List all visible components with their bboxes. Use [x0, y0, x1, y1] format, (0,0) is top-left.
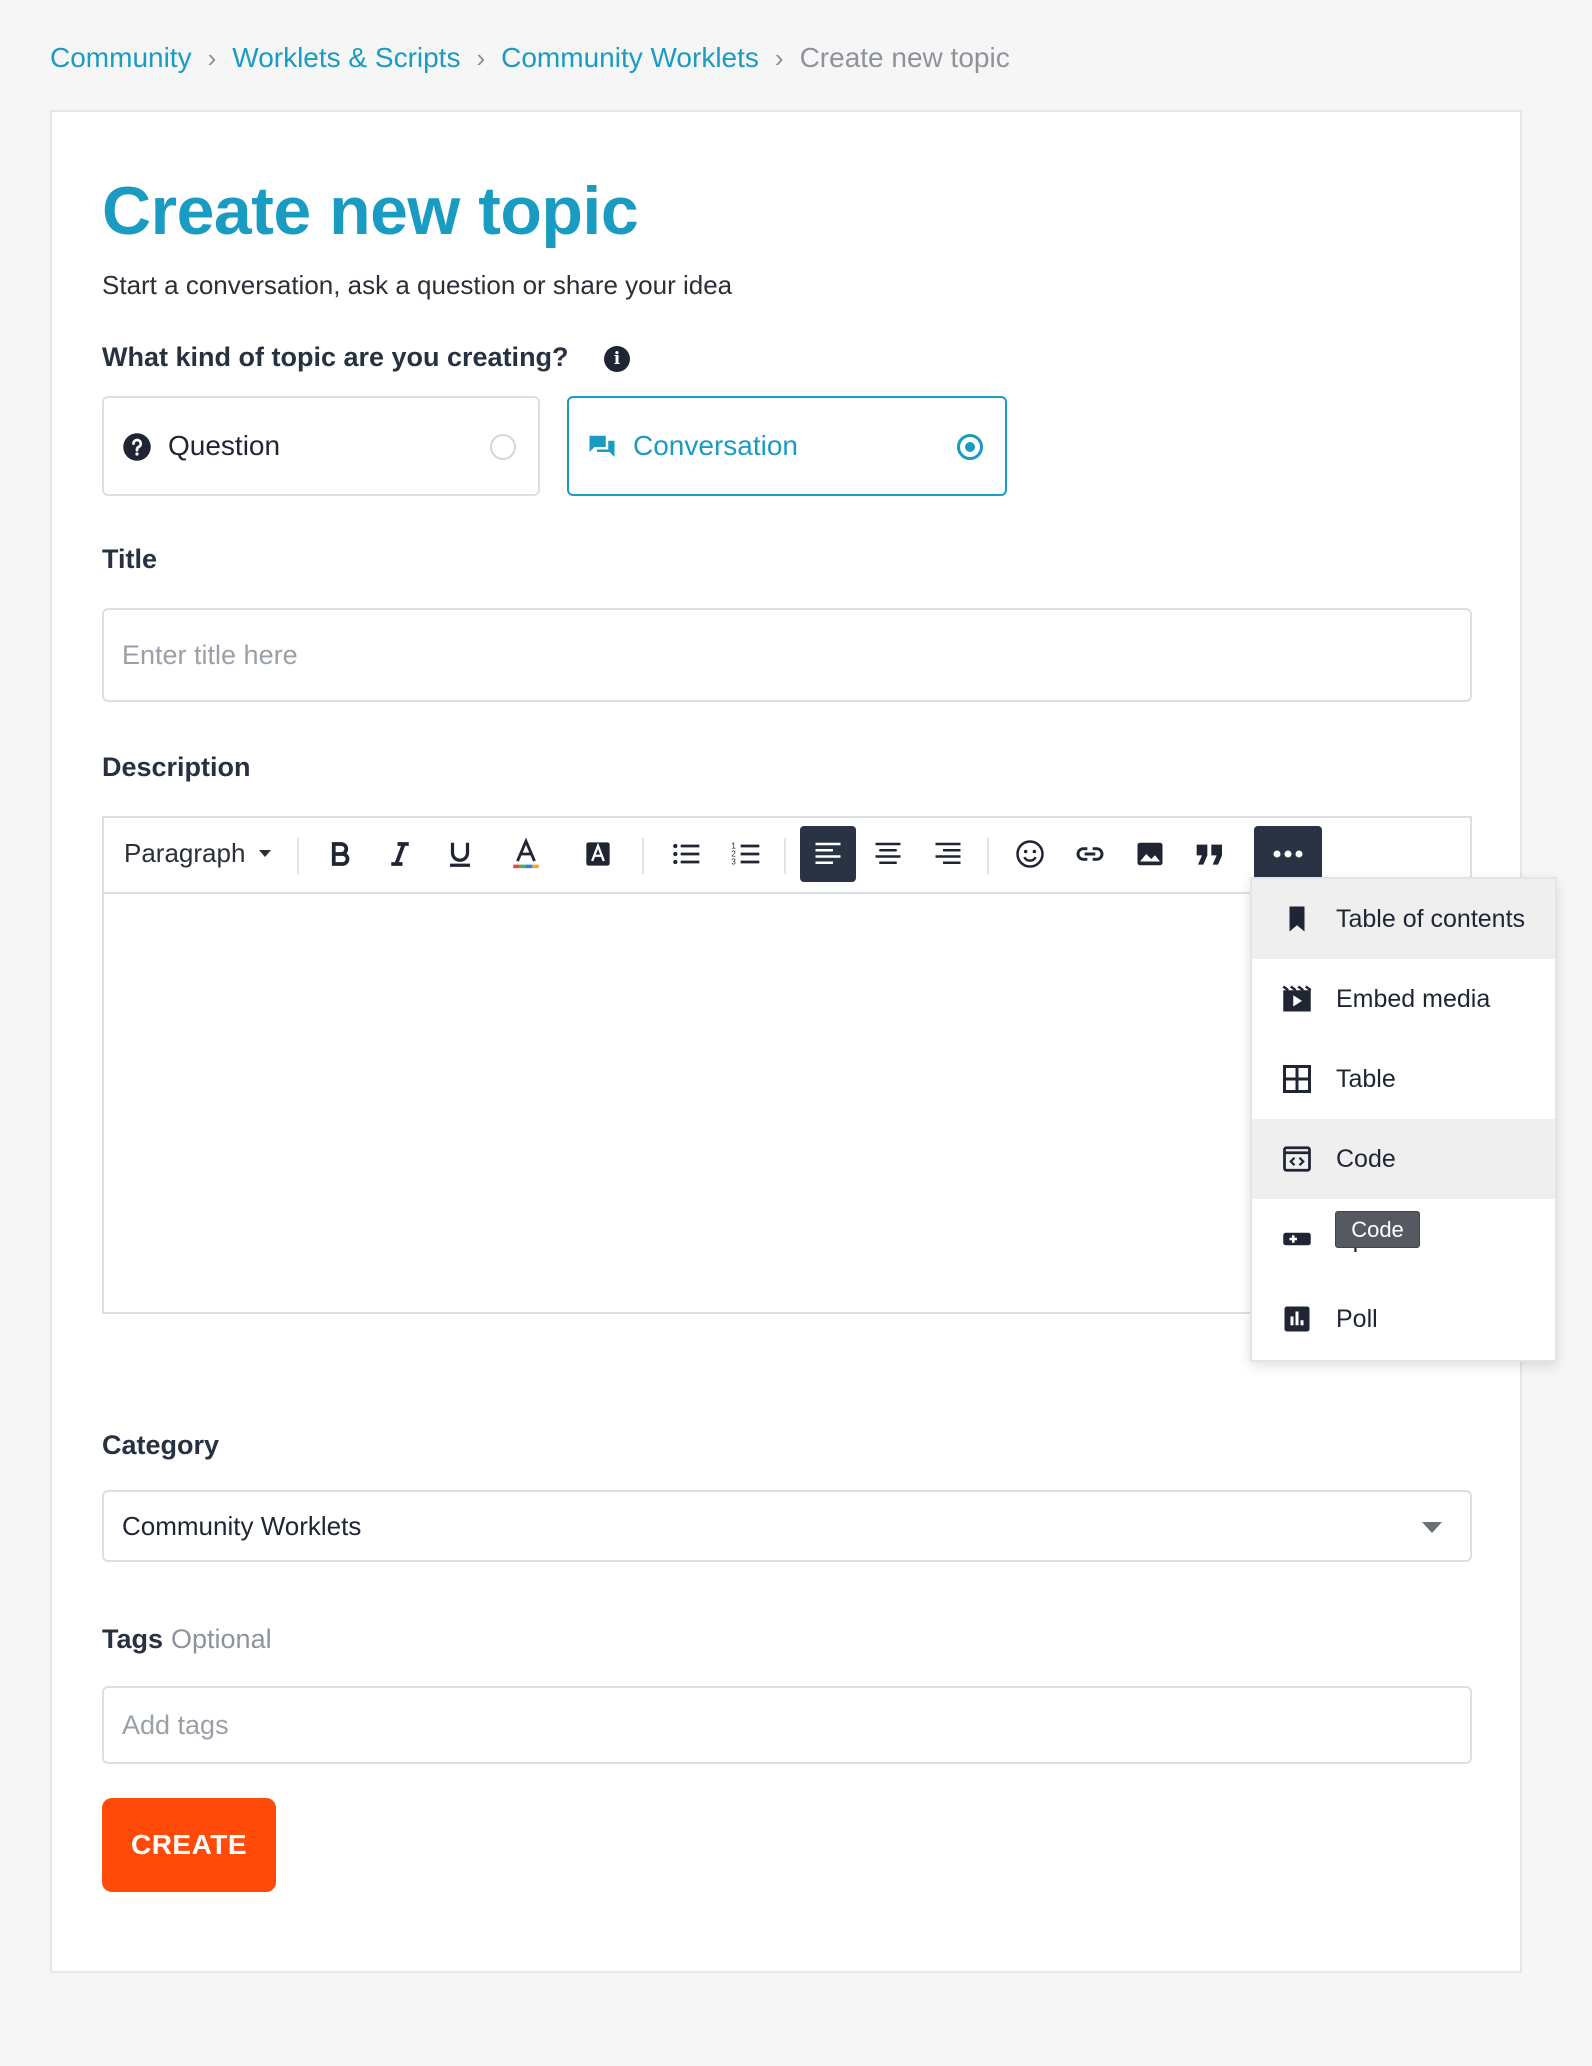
table-icon [1283, 1065, 1311, 1093]
paragraph-format-label: Paragraph [124, 838, 246, 868]
menu-item-label: Code [1336, 1145, 1396, 1173]
highlight-icon [586, 842, 610, 866]
image-button[interactable] [1122, 826, 1178, 882]
image-icon [1137, 842, 1163, 866]
tags-label-text: Tags [102, 1624, 164, 1654]
toolbar-divider [642, 838, 644, 874]
tags-placeholder: Add tags [122, 1709, 229, 1740]
breadcrumb-current: Create new topic [799, 42, 1010, 73]
bulleted-list-button[interactable] [658, 826, 714, 882]
code-tooltip: Code [1335, 1211, 1420, 1248]
chat-bubbles-icon [589, 435, 615, 457]
highlight-button[interactable] [570, 826, 626, 882]
italic-icon [391, 842, 409, 866]
menu-item-poll[interactable]: Poll [1252, 1279, 1555, 1359]
toolbar-divider [784, 838, 786, 874]
menu-item-table-of-contents[interactable]: Table of contents [1252, 879, 1555, 959]
numbered-list-icon: 123 [731, 842, 760, 867]
more-icon [1273, 850, 1303, 858]
tags-optional-label: Optional [171, 1624, 272, 1654]
title-label: Title [102, 544, 158, 574]
more-menu: Table of contents Embed media Table Code… [1250, 877, 1557, 1362]
question-circle-icon [123, 433, 151, 461]
numbered-list-button[interactable]: 123 [718, 826, 774, 882]
menu-item-label: Embed media [1336, 985, 1491, 1013]
description-label: Description [102, 752, 251, 782]
poll-icon [1284, 1306, 1310, 1332]
more-button[interactable] [1254, 826, 1322, 882]
bold-button[interactable] [312, 826, 368, 882]
conversation-radio[interactable] [957, 434, 983, 460]
italic-button[interactable] [372, 826, 428, 882]
topic-type-label: What kind of topic are you creating? [102, 342, 569, 372]
align-left-button[interactable] [800, 826, 856, 882]
link-button[interactable] [1062, 826, 1118, 882]
text-color-button[interactable] [498, 826, 554, 882]
bold-icon [331, 842, 350, 866]
menu-item-label: Table [1336, 1065, 1396, 1093]
bookmark-icon [1289, 906, 1305, 932]
create-button[interactable]: CREATE [102, 1798, 276, 1892]
info-icon[interactable]: i [604, 346, 630, 372]
chevron-down-icon [259, 850, 272, 857]
align-right-icon [935, 842, 961, 864]
svg-text:3: 3 [731, 858, 736, 867]
question-radio[interactable] [490, 434, 516, 460]
breadcrumb-link-community-worklets[interactable]: Community Worklets [501, 42, 759, 74]
breadcrumb-separator: › [476, 42, 486, 73]
emoji-icon [1016, 840, 1044, 868]
breadcrumb-link-community[interactable]: Community [50, 42, 192, 74]
align-center-button[interactable] [860, 826, 916, 882]
embed-media-icon [1282, 985, 1312, 1012]
breadcrumb: Community › Worklets & Scripts › Communi… [50, 40, 1010, 76]
code-icon [1283, 1146, 1311, 1172]
category-select[interactable]: Community Worklets [102, 1490, 1472, 1562]
topic-type-conversation-label: Conversation [633, 430, 798, 461]
menu-item-label: Poll [1336, 1305, 1378, 1333]
topic-type-question-label: Question [168, 430, 281, 461]
menu-item-embed-media[interactable]: Embed media [1252, 959, 1555, 1039]
emoji-button[interactable] [1002, 826, 1058, 882]
tags-input[interactable]: Add tags [102, 1686, 1472, 1764]
dropdown-arrow-icon [1422, 1522, 1442, 1533]
text-color-icon [513, 837, 539, 869]
toolbar-divider [297, 838, 299, 874]
topic-type-conversation[interactable]: Conversation [567, 396, 1007, 496]
toolbar-divider [987, 838, 989, 874]
breadcrumb-separator: › [774, 42, 784, 73]
align-right-button[interactable] [920, 826, 976, 882]
align-left-icon [815, 842, 841, 864]
quote-button[interactable] [1182, 826, 1238, 882]
underline-icon [450, 842, 470, 867]
page-subtitle: Start a conversation, ask a question or … [102, 270, 733, 300]
menu-item-table[interactable]: Table [1252, 1039, 1555, 1119]
category-selected-value: Community Worklets [122, 1510, 362, 1541]
tags-label: Tags Optional [102, 1624, 272, 1655]
title-placeholder: Enter title here [122, 639, 298, 670]
topic-type-question[interactable]: Question [102, 396, 540, 496]
menu-item-code[interactable]: Code [1252, 1119, 1555, 1199]
align-center-icon [875, 842, 901, 864]
breadcrumb-link-worklets-scripts[interactable]: Worklets & Scripts [232, 42, 460, 74]
category-label: Category [102, 1430, 220, 1460]
menu-item-label: Table of contents [1336, 905, 1526, 933]
bulleted-list-icon [673, 843, 700, 865]
title-input[interactable]: Enter title here [102, 608, 1472, 702]
underline-button[interactable] [432, 826, 488, 882]
link-icon [1076, 847, 1104, 861]
quote-icon [1196, 844, 1222, 865]
page-title: Create new topic [102, 173, 639, 249]
paragraph-format-select[interactable]: Paragraph [124, 838, 272, 869]
spoiler-icon [1283, 1232, 1311, 1246]
breadcrumb-separator: › [207, 42, 217, 73]
